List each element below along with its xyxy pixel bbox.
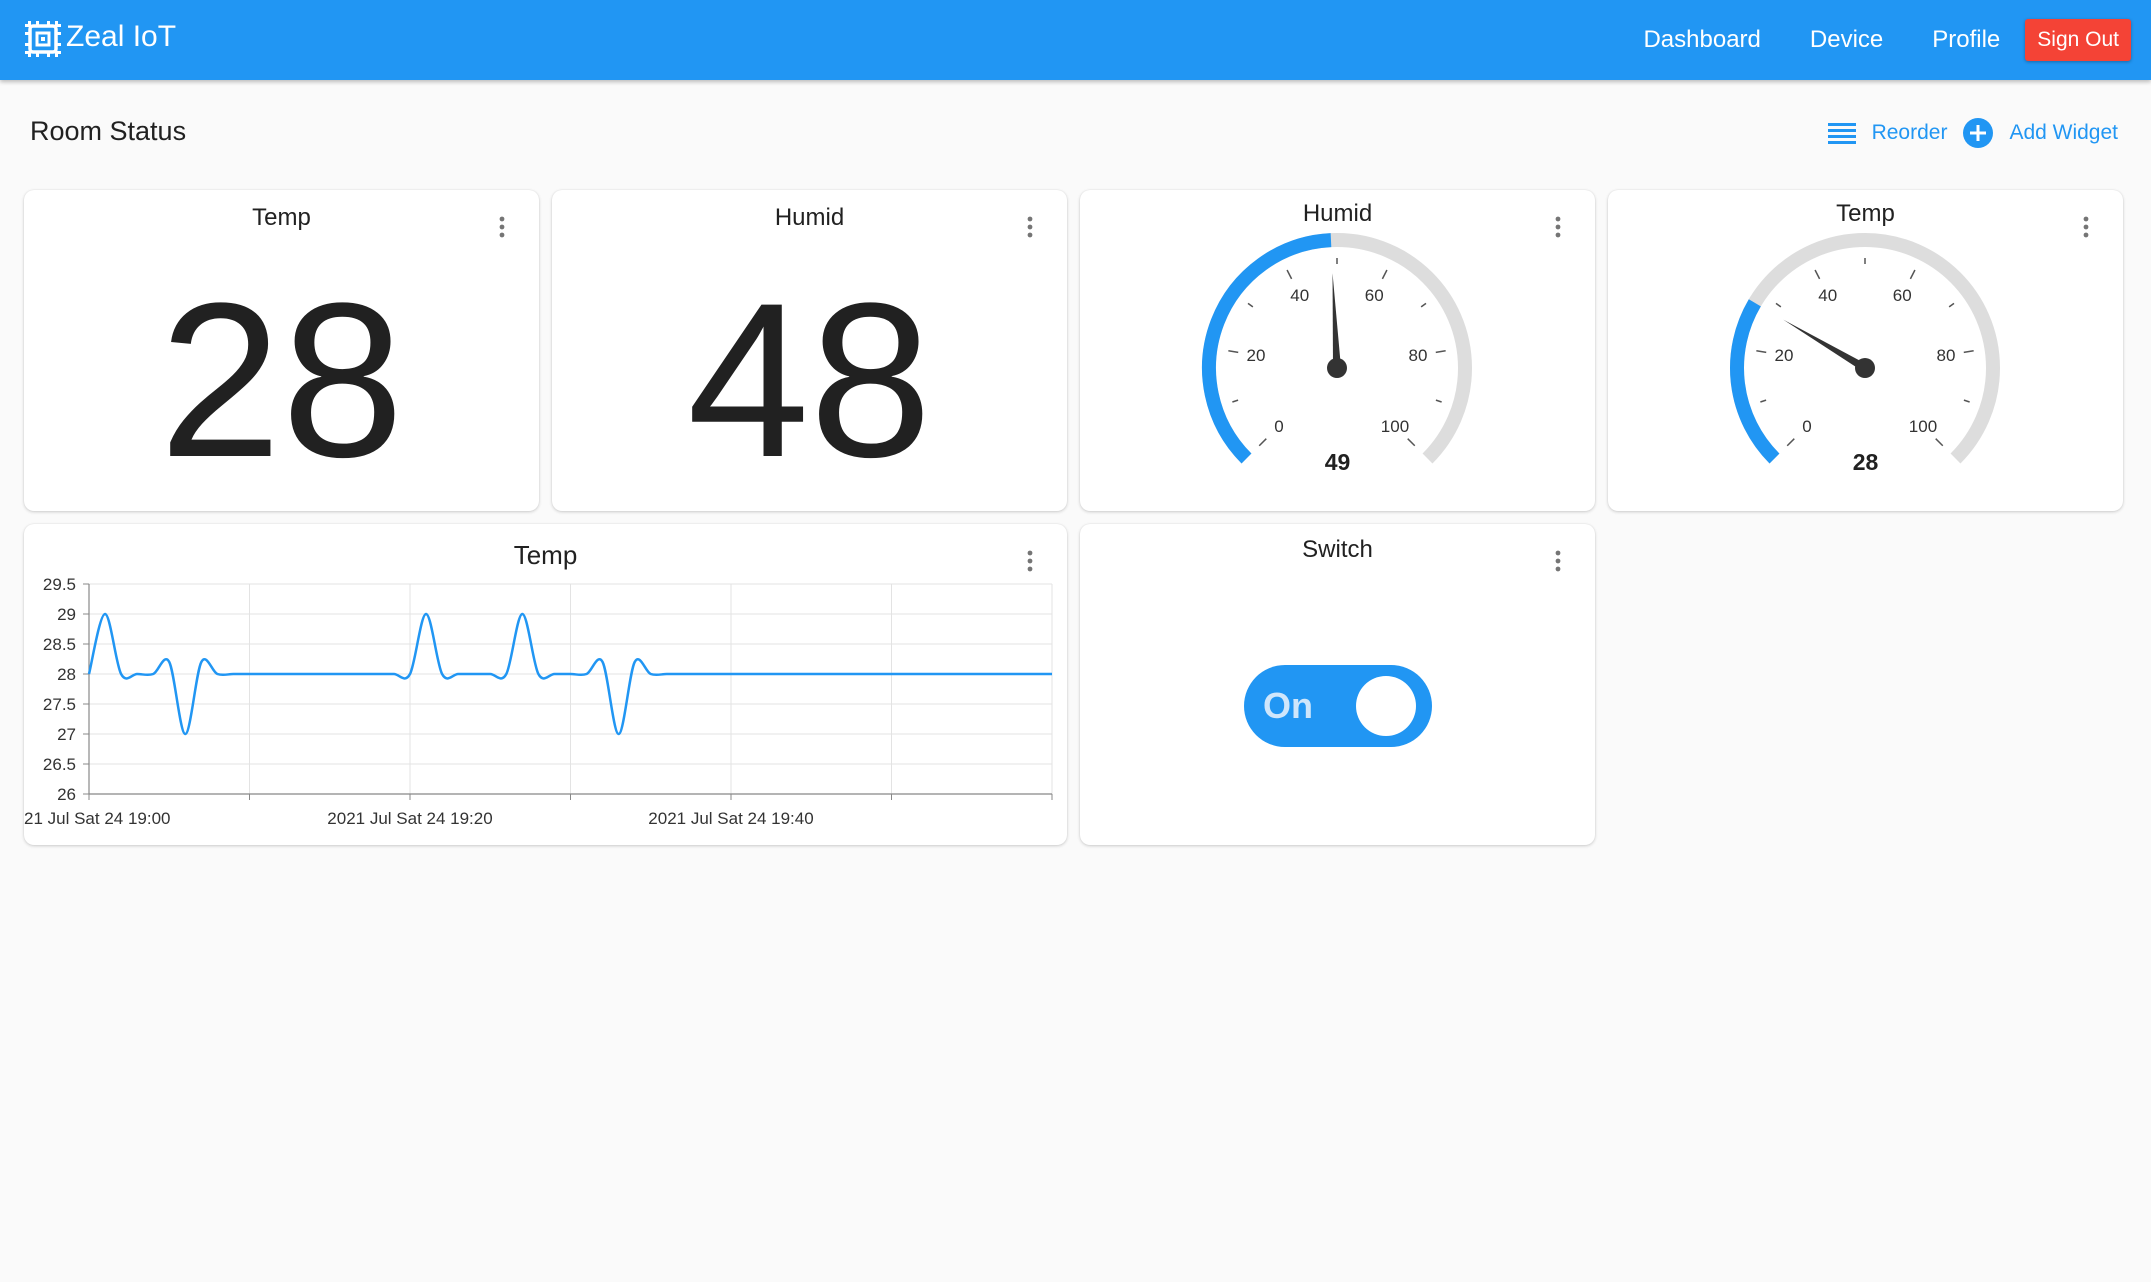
temp-gauge-value: 28 bbox=[1852, 449, 1879, 475]
reorder-button[interactable]: Reorder bbox=[1827, 121, 1948, 145]
more-vert-icon[interactable] bbox=[1020, 546, 1040, 576]
temp-chart-card: Temp bbox=[24, 524, 1067, 845]
card-title: Switch bbox=[1302, 536, 1373, 563]
switch-knob bbox=[1356, 676, 1416, 736]
switch-toggle[interactable]: On bbox=[1244, 665, 1432, 747]
dashboard-actions: Reorder Add Widget bbox=[1827, 113, 2118, 153]
more-vert-icon[interactable] bbox=[1020, 212, 1040, 242]
more-vert-icon[interactable] bbox=[492, 212, 512, 242]
temp-value-card: Temp 28 bbox=[24, 190, 539, 511]
nav-dashboard[interactable]: Dashboard bbox=[1643, 26, 1760, 54]
nav-profile[interactable]: Profile bbox=[1932, 26, 2000, 54]
chip-icon[interactable] bbox=[22, 18, 64, 60]
more-vert-icon[interactable] bbox=[1548, 212, 1568, 242]
add-widget-label: Add Widget bbox=[2009, 121, 2118, 144]
humid-value: 48 bbox=[687, 257, 932, 503]
card-title: Temp bbox=[1836, 200, 1895, 227]
more-vert-icon[interactable] bbox=[1548, 546, 1568, 576]
temp-value: 28 bbox=[159, 257, 404, 503]
switch-state-label: On bbox=[1263, 685, 1313, 726]
card-title: Temp bbox=[252, 204, 311, 231]
page-title: Room Status bbox=[30, 116, 187, 146]
card-title: Humid bbox=[774, 204, 845, 231]
top-nav: Dashboard Device Profile Sign Out bbox=[1594, 0, 2131, 80]
reorder-icon bbox=[1827, 123, 1856, 144]
humid-gauge-value: 49 bbox=[1324, 449, 1351, 475]
humid-value-card: Humid 48 bbox=[552, 190, 1067, 511]
add-widget-button[interactable]: Add Widget bbox=[1963, 118, 2118, 148]
nav-device[interactable]: Device bbox=[1810, 26, 1883, 54]
more-vert-icon[interactable] bbox=[2076, 212, 2096, 242]
add-circle-icon bbox=[1963, 118, 1994, 148]
sign-out-button[interactable]: Sign Out bbox=[2025, 19, 2131, 61]
card-title: Temp bbox=[513, 540, 578, 570]
card-title: Humid bbox=[1302, 200, 1373, 227]
app-title[interactable]: Zeal IoT bbox=[66, 20, 176, 54]
app-bar: Zeal IoT Dashboard Device Profile Sign O… bbox=[0, 0, 2151, 80]
reorder-label: Reorder bbox=[1871, 121, 1948, 144]
